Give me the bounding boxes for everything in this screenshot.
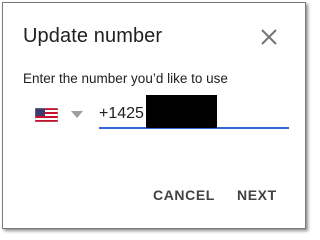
- close-button[interactable]: [259, 27, 279, 47]
- phone-number-value: +1425: [99, 105, 144, 122]
- us-flag-icon: [35, 108, 58, 122]
- close-icon: [261, 29, 277, 45]
- next-button[interactable]: NEXT: [237, 187, 277, 203]
- caret-down-icon: [71, 111, 83, 118]
- update-number-dialog: Update number Enter the number you’d lik…: [2, 2, 306, 229]
- phone-number-input[interactable]: +1425: [99, 95, 289, 129]
- dialog-prompt: Enter the number you’d like to use: [23, 71, 228, 86]
- cancel-button[interactable]: CANCEL: [153, 187, 215, 203]
- country-selector[interactable]: [35, 105, 89, 127]
- dialog-title: Update number: [23, 25, 163, 47]
- redaction-block: [146, 95, 217, 128]
